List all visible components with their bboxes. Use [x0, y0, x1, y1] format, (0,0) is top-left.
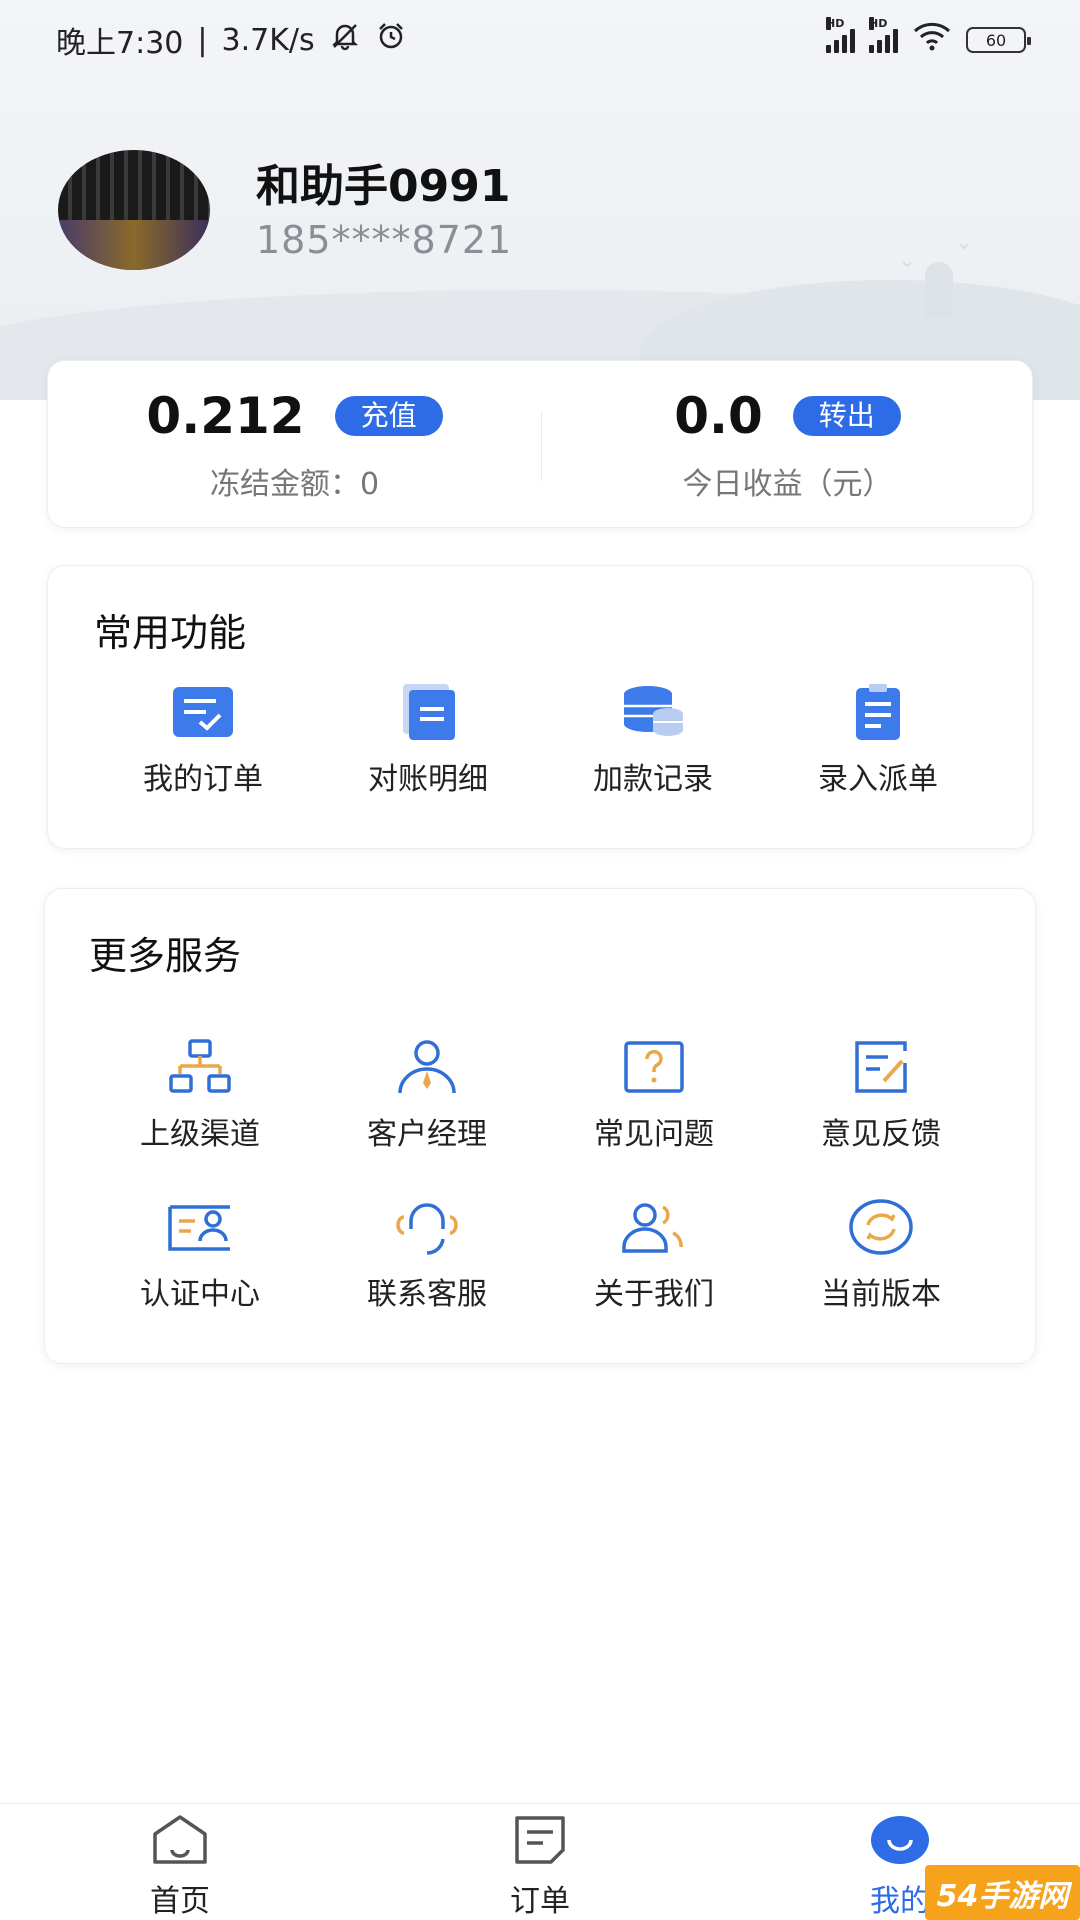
balance-card: 0.212 充值 冻结金额：0 0.0 转出 今日收益（元） [47, 360, 1033, 528]
bird-decoration: ⌄ [955, 230, 974, 255]
deposit-records-item[interactable]: 加款记录 [553, 684, 753, 798]
enter-dispatch-label: 录入派单 [818, 762, 938, 797]
manager-icon [396, 1039, 458, 1095]
status-separator: | [197, 22, 208, 58]
faq-item[interactable]: 常见问题 [554, 1039, 754, 1153]
status-bar: 晚上7:30 | 3.7K/s HD HD 60 [0, 0, 1080, 80]
user-name: 和助手0991 [256, 161, 511, 212]
feedback-item[interactable]: 意见反馈 [781, 1039, 981, 1153]
user-phone: 185****8721 [256, 218, 513, 262]
feedback-label: 意见反馈 [821, 1117, 941, 1152]
home-icon [151, 1814, 209, 1870]
clipboard-icon [845, 684, 911, 740]
coins-icon [620, 684, 686, 740]
refresh-icon [848, 1199, 914, 1255]
alarm-icon [375, 20, 407, 60]
question-icon [623, 1039, 685, 1095]
recharge-button[interactable]: 充值 [334, 396, 443, 436]
about-us-label: 关于我们 [594, 1277, 714, 1312]
deposit-records-label: 加款记录 [593, 762, 713, 797]
signal-hd-icon: HD [826, 17, 855, 53]
hierarchy-icon [169, 1039, 231, 1095]
current-version-item[interactable]: 当前版本 [781, 1199, 981, 1313]
cactus-decoration [925, 262, 953, 318]
order-check-icon [170, 684, 236, 740]
about-us-item[interactable]: 关于我们 [554, 1199, 754, 1313]
bell-off-icon [329, 20, 361, 60]
network-speed: 3.7K/s [221, 22, 315, 58]
more-services-card: 更多服务 上级渠道 客户经理 常见问题 意见反馈 认证中心 联系客服 关于我们 … [44, 888, 1036, 1364]
balance-value: 0.212 [146, 387, 305, 445]
statement-label: 对账明细 [368, 762, 488, 797]
signal-hd-icon: HD [869, 17, 898, 53]
upper-channel-item[interactable]: 上级渠道 [100, 1039, 300, 1153]
profile-icon [871, 1814, 929, 1870]
transfer-button[interactable]: 转出 [792, 396, 901, 436]
id-card-icon [167, 1199, 233, 1255]
nav-home[interactable]: 首页 [100, 1814, 260, 1920]
more-services-title: 更多服务 [89, 934, 242, 978]
account-manager-item[interactable]: 客户经理 [327, 1039, 527, 1153]
nav-orders[interactable]: 订单 [460, 1814, 620, 1920]
battery-icon: 60 [966, 27, 1031, 53]
earnings-label: 今日收益（元） [682, 467, 893, 502]
status-time: 晚上7:30 [56, 26, 184, 61]
contact-service-label: 联系客服 [367, 1277, 487, 1312]
feedback-icon [850, 1039, 912, 1095]
earnings-section: 0.0 转出 今日收益（元） [541, 361, 1034, 529]
my-orders-label: 我的订单 [143, 762, 263, 797]
faq-label: 常见问题 [594, 1117, 714, 1152]
nav-home-label: 首页 [150, 1884, 210, 1919]
my-orders-item[interactable]: 我的订单 [103, 684, 303, 798]
contact-service-item[interactable]: 联系客服 [327, 1199, 527, 1313]
bottom-nav: 首页 订单 我的 [0, 1803, 1080, 1920]
statement-item[interactable]: 对账明细 [328, 684, 528, 798]
account-manager-label: 客户经理 [367, 1117, 487, 1152]
common-functions-title: 常用功能 [94, 611, 247, 655]
watermark-logo: 54手游网 [925, 1865, 1080, 1920]
headset-icon [394, 1199, 460, 1255]
users-icon [621, 1199, 687, 1255]
battery-level: 60 [985, 30, 1007, 50]
verification-center-label: 认证中心 [140, 1277, 260, 1312]
orders-icon [511, 1814, 569, 1870]
wifi-icon [912, 21, 952, 59]
enter-dispatch-item[interactable]: 录入派单 [778, 684, 978, 798]
upper-channel-label: 上级渠道 [140, 1117, 260, 1152]
nav-orders-label: 订单 [510, 1884, 570, 1919]
earnings-value: 0.0 [674, 387, 763, 445]
balance-section: 0.212 充值 冻结金额：0 [48, 361, 541, 529]
bird-decoration: ⌄ [898, 248, 917, 273]
nav-profile-label: 我的 [870, 1884, 930, 1919]
verification-center-item[interactable]: 认证中心 [100, 1199, 300, 1313]
frozen-amount: 冻结金额：0 [209, 467, 380, 502]
current-version-label: 当前版本 [821, 1277, 941, 1312]
common-functions-card: 常用功能 我的订单 对账明细 加款记录 录入派单 [47, 565, 1033, 849]
avatar[interactable] [58, 150, 210, 270]
statement-icon [395, 684, 461, 740]
